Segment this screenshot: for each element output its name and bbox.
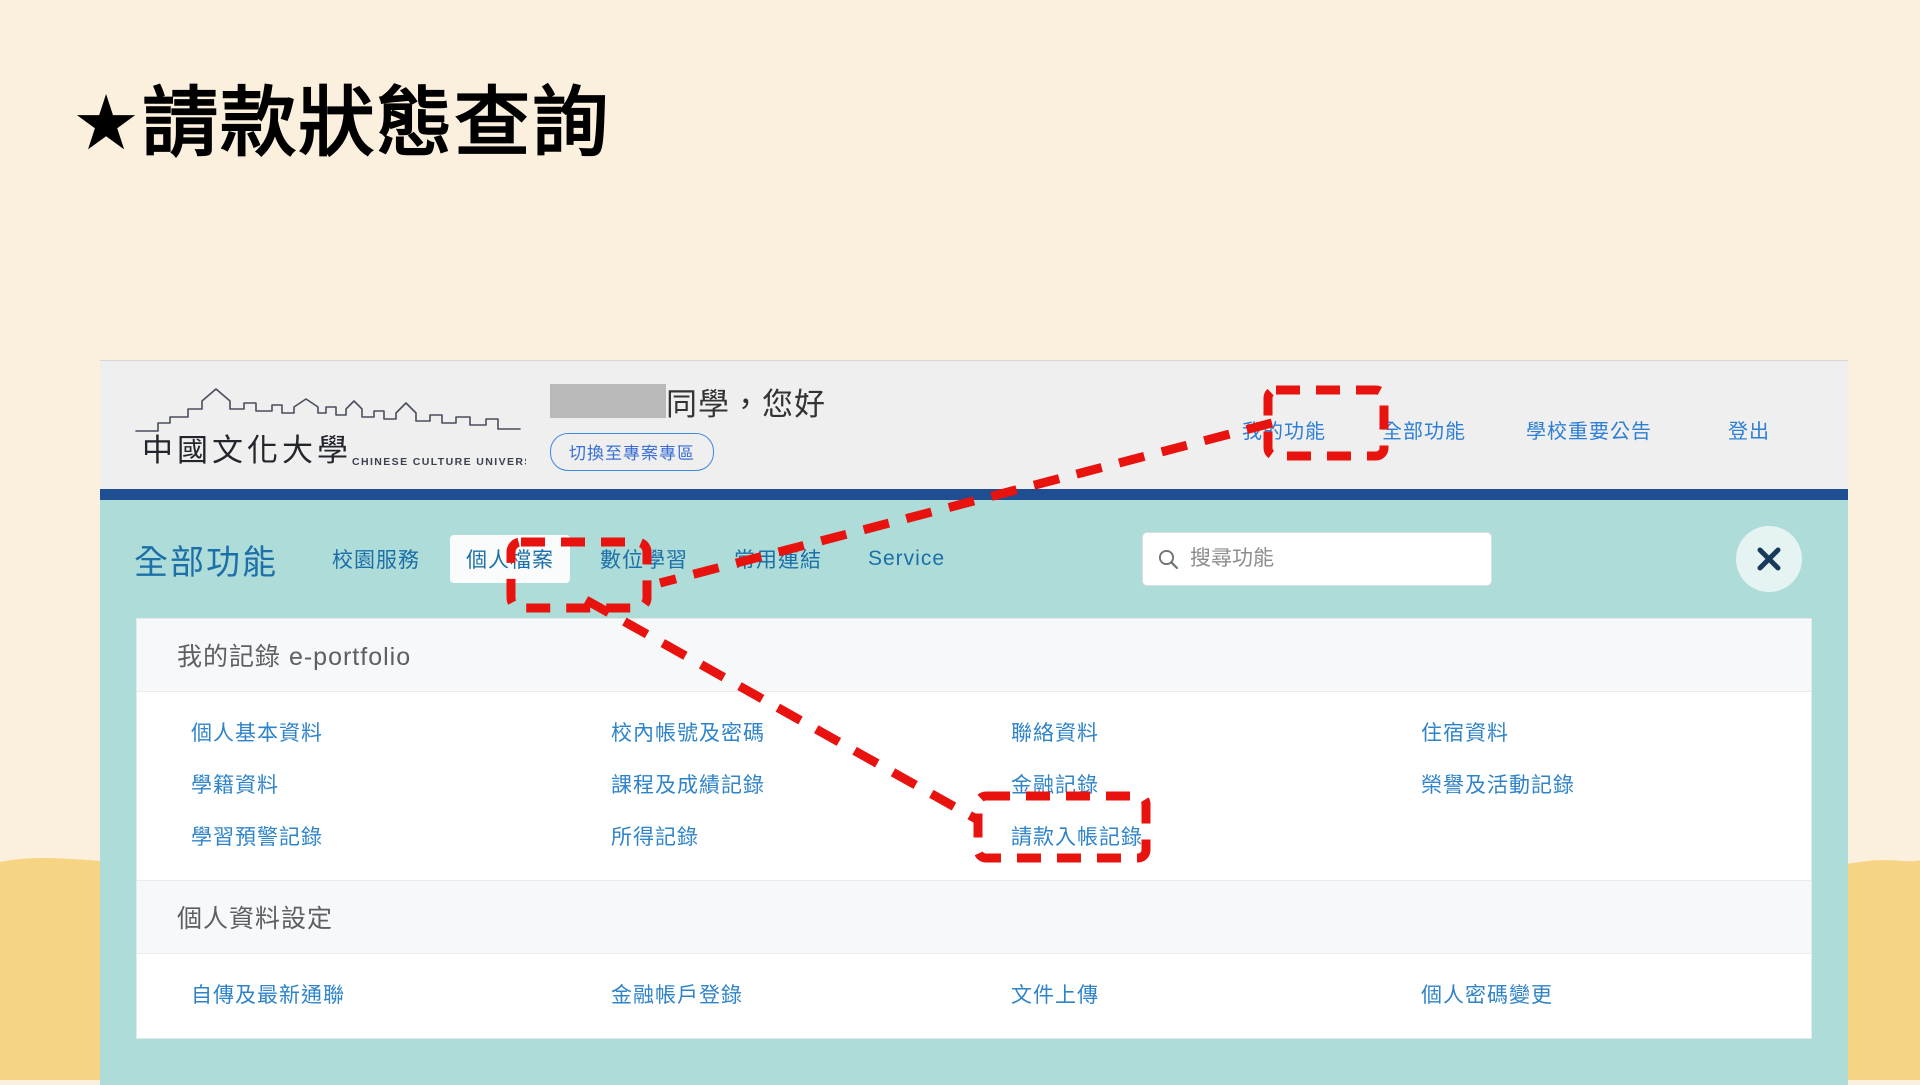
- tab-campus-services[interactable]: 校園服務: [316, 535, 436, 583]
- functions-content-card: 我的記錄 e-portfolio 個人基本資料 校內帳號及密碼 聯絡資料 住宿資…: [136, 618, 1812, 1039]
- search-icon: [1157, 548, 1179, 570]
- link-campus-account-password[interactable]: 校內帳號及密碼: [557, 706, 957, 758]
- link-change-password[interactable]: 個人密碼變更: [1367, 968, 1811, 1020]
- greeting-text: 同學，您好: [666, 386, 826, 422]
- link-empty-slot: [1367, 810, 1811, 862]
- university-logo[interactable]: 中國文化大學 CHINESE CULTURE UNIVERSITY: [130, 379, 526, 475]
- mega-menu-tab-row: 全部功能 校園服務 個人檔案 數位學習 常用連結 Service: [100, 500, 1848, 618]
- site-header: 中國文化大學 CHINESE CULTURE UNIVERSITY 同學，您好 …: [100, 360, 1848, 489]
- nav-item-all-functions[interactable]: 全部功能: [1354, 415, 1494, 444]
- close-icon: [1757, 547, 1781, 571]
- navy-divider-bar: [100, 489, 1848, 500]
- link-honors-activity-record[interactable]: 榮譽及活動記錄: [1367, 758, 1811, 810]
- link-bank-account-register[interactable]: 金融帳戶登錄: [557, 968, 957, 1020]
- link-contact-info[interactable]: 聯絡資料: [957, 706, 1367, 758]
- logo-wordmark-en: CHINESE CULTURE UNIVERSITY: [352, 456, 526, 468]
- link-course-grade-record[interactable]: 課程及成績記錄: [557, 758, 957, 810]
- nav-item-school-announcements[interactable]: 學校重要公告: [1494, 415, 1684, 444]
- link-document-upload[interactable]: 文件上傳: [957, 968, 1367, 1020]
- greeting-block: 同學，您好 切換至專案專區: [550, 377, 970, 471]
- link-payment-deposit-record[interactable]: 請款入帳記錄: [957, 810, 1367, 862]
- group-heading-personal-settings: 個人資料設定: [137, 880, 1811, 954]
- nav-item-my-functions[interactable]: 我的功能: [1214, 415, 1354, 444]
- link-income-record[interactable]: 所得記錄: [557, 810, 957, 862]
- tab-personal-profile[interactable]: 個人檔案: [450, 535, 570, 583]
- link-personal-basic-info[interactable]: 個人基本資料: [137, 706, 557, 758]
- search-box[interactable]: [1142, 532, 1492, 586]
- link-financial-record[interactable]: 金融記錄: [957, 758, 1367, 810]
- greeting-line: 同學，您好: [550, 377, 970, 425]
- search-input[interactable]: [1188, 546, 1477, 572]
- tab-digital-learning[interactable]: 數位學習: [584, 535, 704, 583]
- mega-menu-title: 全部功能: [134, 543, 278, 582]
- link-learning-alert-record[interactable]: 學習預警記錄: [137, 810, 557, 862]
- page-title: ★請款狀態查詢: [72, 81, 611, 166]
- link-grid-eportfolio: 個人基本資料 校內帳號及密碼 聯絡資料 住宿資料 學籍資料 課程及成績記錄 金融…: [137, 692, 1811, 880]
- nav-item-logout[interactable]: 登出: [1684, 415, 1814, 444]
- mega-menu-panel: 全部功能 校園服務 個人檔案 數位學習 常用連結 Service 搜尋功能 我的…: [100, 500, 1848, 1085]
- tab-common-links[interactable]: 常用連結: [718, 535, 838, 583]
- link-enrollment-info[interactable]: 學籍資料: [137, 758, 557, 810]
- link-autobiography-contact[interactable]: 自傳及最新通聯: [137, 968, 557, 1020]
- link-grid-personal-settings: 自傳及最新通聯 金融帳戶登錄 文件上傳 個人密碼變更: [137, 954, 1811, 1038]
- tab-service[interactable]: Service: [852, 538, 961, 580]
- redacted-student-name: [550, 384, 666, 418]
- link-housing-info[interactable]: 住宿資料: [1367, 706, 1811, 758]
- top-nav: 我的功能 全部功能 學校重要公告 登出: [1214, 415, 1814, 444]
- switch-to-project-zone-button[interactable]: 切換至專案專區: [550, 433, 714, 471]
- close-megamenu-button[interactable]: [1736, 526, 1802, 592]
- group-heading-eportfolio: 我的記錄 e-portfolio: [137, 619, 1811, 692]
- portal-screenshot: 中國文化大學 CHINESE CULTURE UNIVERSITY 同學，您好 …: [100, 360, 1848, 1085]
- logo-wordmark-zh: 中國文化大學: [142, 433, 352, 469]
